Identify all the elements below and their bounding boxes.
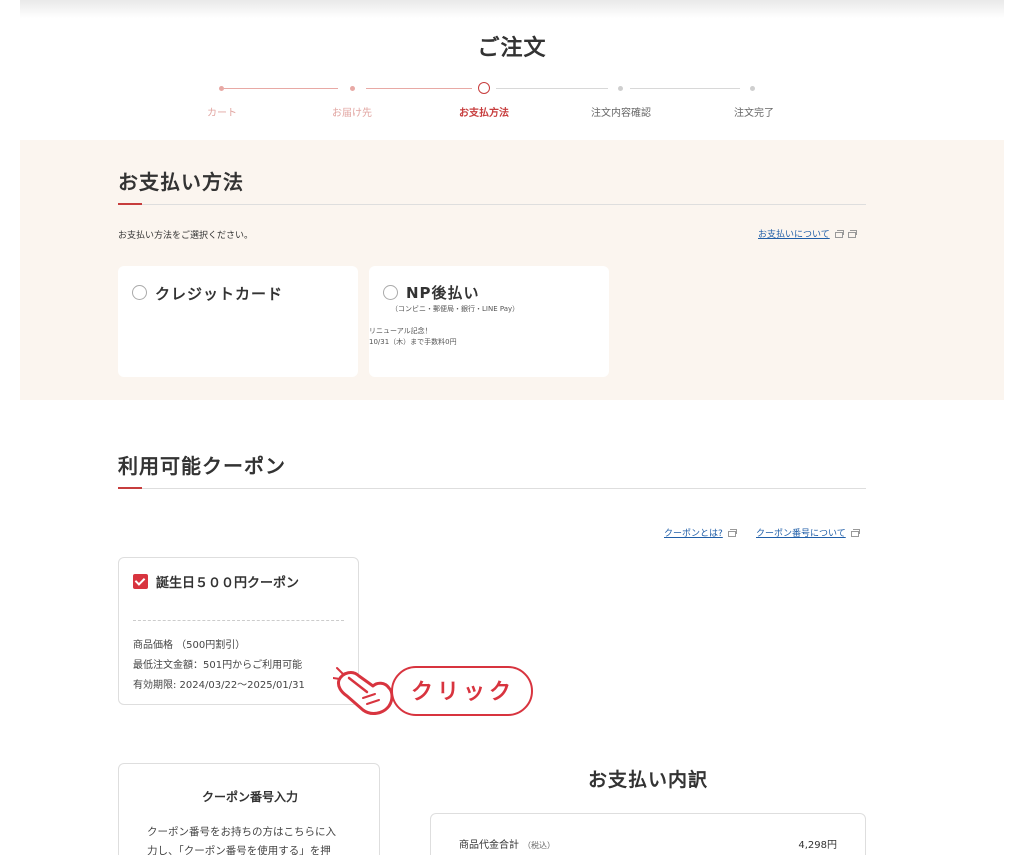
section-accent-bar xyxy=(118,487,142,489)
payment-option-label: クレジットカード xyxy=(155,285,284,303)
breakdown-card: 商品代金合計 （税込） 4,298円 xyxy=(430,813,866,855)
payment-option-credit-card[interactable]: クレジットカード xyxy=(118,266,358,377)
step-label-complete: 注文完了 xyxy=(734,108,774,119)
payment-option-note-line1: リニューアル記念！ xyxy=(369,327,432,335)
coupon-divider xyxy=(133,620,344,621)
step-connector xyxy=(496,88,608,89)
page-title: ご注文 xyxy=(477,36,547,61)
step-connector xyxy=(366,88,472,89)
coupon-code-card: クーポン番号入力 クーポン番号をお持ちの方はこちらに入 力し、「クーポン番号を使… xyxy=(118,763,380,855)
payment-about-link-text: お支払いについて xyxy=(758,230,830,240)
step-label-delivery: お届け先 xyxy=(332,108,372,119)
payment-option-note-line2: 10/31（木）まで手数料0円 xyxy=(369,338,457,346)
step-label-confirm: 注文内容確認 xyxy=(591,108,651,119)
payment-option-label: NP後払い xyxy=(406,284,480,302)
step-dot-delivery xyxy=(350,86,355,91)
section-divider xyxy=(118,488,866,489)
breakdown-tax-note: （税込） xyxy=(523,841,555,850)
coupon-checkbox[interactable] xyxy=(133,574,148,589)
external-window-icon xyxy=(850,528,860,537)
step-ring-payment xyxy=(478,82,490,94)
coupon-code-about-link-text: クーポン番号について xyxy=(756,529,846,539)
radio-np-atobarai[interactable] xyxy=(383,285,398,300)
step-connector xyxy=(224,88,338,89)
external-window-icon xyxy=(834,229,844,238)
coupon-section-title: 利用可能クーポン xyxy=(118,454,286,478)
coupon-code-title: クーポン番号入力 xyxy=(201,790,298,804)
click-label: クリック xyxy=(411,680,516,705)
payment-option-np-atobarai[interactable]: NP後払い （コンビニ・郵便局・銀行・LINE Pay） リニューアル記念！ 1… xyxy=(369,266,609,377)
external-window-icon xyxy=(847,229,857,238)
click-callout: クリック xyxy=(333,662,538,720)
coupon-code-description-line1: クーポン番号をお持ちの方はこちらに入 xyxy=(147,826,336,838)
step-dot-cart xyxy=(219,86,224,91)
breakdown-row-value: 4,298円 xyxy=(798,840,837,851)
section-accent-bar xyxy=(118,203,142,205)
coupon-card[interactable]: 誕生日５００円クーポン 商品価格 （500円割引） 最低注文金額：501円からご… xyxy=(118,557,359,705)
coupon-what-link-text: クーポンとは? xyxy=(664,529,723,539)
coupon-code-description-line2: 力し、「クーポン番号を使用する」を押 xyxy=(147,845,331,855)
payment-section-title: お支払い方法 xyxy=(118,170,244,194)
step-label-cart: カート xyxy=(207,108,237,119)
breakdown-row-label: 商品代金合計 （税込） xyxy=(459,836,555,851)
progress-steps: カート お届け先 お支払方法 注文内容確認 注文完了 xyxy=(0,82,1024,122)
external-window-icon xyxy=(727,528,737,537)
coupon-what-link[interactable]: クーポンとは? xyxy=(664,526,737,539)
breakdown-row-label-text: 商品代金合計 xyxy=(459,840,519,851)
coupon-code-description: クーポン番号をお持ちの方はこちらに入 力し、「クーポン番号を使用する」を押 xyxy=(147,823,357,855)
coupon-name: 誕生日５００円クーポン xyxy=(156,576,300,591)
step-connector xyxy=(630,88,740,89)
step-dot-confirm xyxy=(618,86,623,91)
coupon-expiry: 有効期限: 2024/03/22〜2025/01/31 xyxy=(133,680,305,691)
top-shadow xyxy=(20,0,1004,18)
section-divider xyxy=(118,204,866,205)
step-dot-complete xyxy=(750,86,755,91)
payment-option-subtitle: （コンビニ・郵便局・銀行・LINE Pay） xyxy=(391,305,520,313)
payment-instruction: お支払い方法をご選択ください。 xyxy=(118,231,254,241)
radio-credit-card[interactable] xyxy=(132,285,147,300)
payment-about-link[interactable]: お支払いについて xyxy=(758,227,857,240)
coupon-code-about-link[interactable]: クーポン番号について xyxy=(756,526,860,539)
step-label-payment: お支払方法 xyxy=(459,108,509,119)
breakdown-title: お支払い内訳 xyxy=(587,769,708,791)
coupon-discount: 商品価格 （500円割引） xyxy=(133,640,246,651)
coupon-min-order: 最低注文金額：501円からご利用可能 xyxy=(133,660,303,671)
